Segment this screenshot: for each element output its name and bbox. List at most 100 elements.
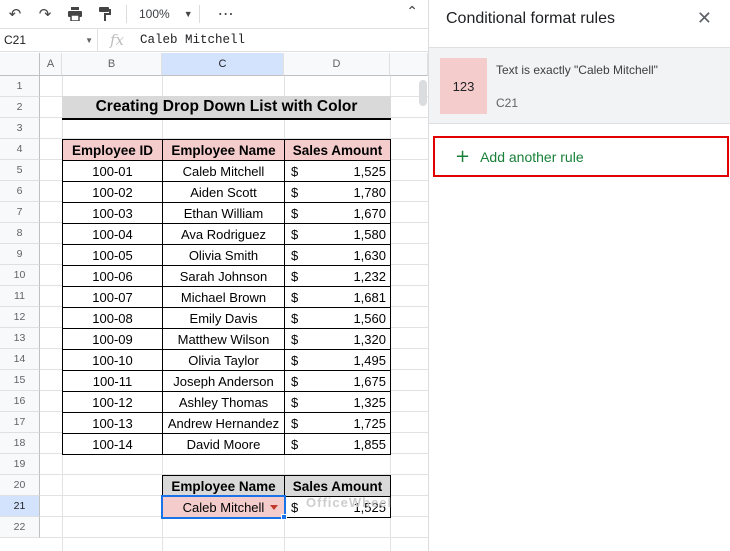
table-header[interactable]: Sales Amount: [284, 139, 391, 161]
employee-id-cell[interactable]: 100-07: [62, 286, 163, 308]
add-another-rule-button[interactable]: + Add another rule: [433, 136, 729, 177]
paint-format-icon[interactable]: [90, 0, 120, 27]
row-header[interactable]: 13: [0, 328, 40, 349]
currency-symbol: $: [291, 310, 299, 326]
employee-id-cell[interactable]: 100-05: [62, 244, 163, 266]
lookup-header[interactable]: Sales Amount: [284, 475, 391, 497]
employee-name-cell[interactable]: Emily Davis: [162, 307, 285, 329]
fill-handle[interactable]: [281, 514, 287, 520]
rule-description: Text is exactly "Caleb Mitchell": [496, 63, 658, 77]
employee-name-cell[interactable]: Ethan William: [162, 202, 285, 224]
row-header[interactable]: 4: [0, 139, 40, 160]
spreadsheet-grid[interactable]: A B C D 1 2 3 4 5 6 7 8 9 10 11 12 13 14 15 16 17 18 19 20 21 22 C…: [0, 53, 428, 551]
undo-icon[interactable]: ↶: [0, 0, 30, 27]
employee-name-cell[interactable]: Michael Brown: [162, 286, 285, 308]
dropdown-arrow-icon[interactable]: [270, 505, 278, 510]
name-box[interactable]: C21 ▼: [0, 29, 98, 51]
formula-input[interactable]: Caleb Mitchell: [136, 33, 245, 47]
sheet-title[interactable]: Creating Drop Down List with Color: [62, 96, 391, 120]
row-header[interactable]: 11: [0, 286, 40, 307]
column-header[interactable]: B: [62, 53, 162, 76]
column-header[interactable]: C: [162, 53, 284, 76]
vertical-scrollbar[interactable]: [419, 80, 427, 106]
employee-id-cell[interactable]: 100-13: [62, 412, 163, 434]
conditional-rule-item[interactable]: 123 Text is exactly "Caleb Mitchell" C21: [429, 47, 730, 124]
sales-amount-cell[interactable]: $1,525: [284, 160, 391, 182]
row-header[interactable]: 2: [0, 97, 40, 118]
row-header[interactable]: 12: [0, 307, 40, 328]
employee-name-cell[interactable]: Joseph Anderson: [162, 370, 285, 392]
sales-amount-cell[interactable]: $1,560: [284, 307, 391, 329]
row-header[interactable]: 20: [0, 475, 40, 496]
panel-title: Conditional format rules: [446, 10, 615, 27]
employee-name-cell[interactable]: Caleb Mitchell: [162, 160, 285, 182]
sales-amount-cell[interactable]: $1,325: [284, 391, 391, 413]
row-header[interactable]: 8: [0, 223, 40, 244]
employee-name-cell[interactable]: Matthew Wilson: [162, 328, 285, 350]
employee-id-cell[interactable]: 100-04: [62, 223, 163, 245]
employee-id-cell[interactable]: 100-11: [62, 370, 163, 392]
row-header[interactable]: 16: [0, 391, 40, 412]
row-header[interactable]: 3: [0, 118, 40, 139]
cell-reference: C21: [4, 33, 27, 47]
employee-id-cell[interactable]: 100-02: [62, 181, 163, 203]
row-header[interactable]: 21: [0, 496, 40, 517]
employee-name-cell[interactable]: David Moore: [162, 433, 285, 455]
employee-name-cell[interactable]: Ashley Thomas: [162, 391, 285, 413]
sales-amount-cell[interactable]: $1,725: [284, 412, 391, 434]
employee-id-cell[interactable]: 100-03: [62, 202, 163, 224]
row-header[interactable]: 6: [0, 181, 40, 202]
print-icon[interactable]: [60, 0, 90, 27]
row-header[interactable]: 9: [0, 244, 40, 265]
row-header[interactable]: 17: [0, 412, 40, 433]
employee-name-cell[interactable]: Olivia Smith: [162, 244, 285, 266]
amount-value: 1,495: [353, 352, 386, 368]
employee-id-cell[interactable]: 100-12: [62, 391, 163, 413]
chevron-up-icon[interactable]: ⌃: [406, 4, 418, 20]
close-icon[interactable]: ✕: [697, 8, 712, 29]
employee-name-cell[interactable]: Olivia Taylor: [162, 349, 285, 371]
employee-name-cell[interactable]: Sarah Johnson: [162, 265, 285, 287]
column-header[interactable]: D: [284, 53, 390, 76]
employee-id-cell[interactable]: 100-06: [62, 265, 163, 287]
column-header[interactable]: [390, 53, 428, 76]
employee-id-cell[interactable]: 100-14: [62, 433, 163, 455]
table-header[interactable]: Employee Name: [162, 139, 285, 161]
more-options-icon[interactable]: ⋯: [218, 4, 235, 24]
currency-symbol: $: [291, 205, 299, 221]
sales-amount-cell[interactable]: $1,681: [284, 286, 391, 308]
row-header[interactable]: 19: [0, 454, 40, 475]
column-header[interactable]: A: [40, 53, 62, 76]
zoom-select[interactable]: 100% ▼: [133, 7, 193, 21]
sales-amount-cell[interactable]: $1,630: [284, 244, 391, 266]
employee-name-cell[interactable]: Andrew Hernandez: [162, 412, 285, 434]
sales-amount-cell[interactable]: $1,670: [284, 202, 391, 224]
redo-icon[interactable]: ↷: [30, 0, 60, 27]
sales-amount-cell[interactable]: $1,320: [284, 328, 391, 350]
employee-id-cell[interactable]: 100-08: [62, 307, 163, 329]
sales-amount-cell[interactable]: $1,495: [284, 349, 391, 371]
lookup-header[interactable]: Employee Name: [162, 475, 285, 497]
employee-dropdown[interactable]: Caleb Mitchell: [162, 496, 285, 518]
row-header[interactable]: 5: [0, 160, 40, 181]
employee-id-cell[interactable]: 100-09: [62, 328, 163, 350]
row-header[interactable]: 22: [0, 517, 40, 538]
row-header[interactable]: 10: [0, 265, 40, 286]
sales-amount-cell[interactable]: $1,855: [284, 433, 391, 455]
employee-name-cell[interactable]: Aiden Scott: [162, 181, 285, 203]
row-header[interactable]: 1: [0, 76, 40, 97]
amount-value: 1,670: [353, 205, 386, 221]
row-header[interactable]: 15: [0, 370, 40, 391]
select-all-corner[interactable]: [0, 53, 40, 76]
table-header[interactable]: Employee ID: [62, 139, 163, 161]
employee-id-cell[interactable]: 100-01: [62, 160, 163, 182]
row-header[interactable]: 18: [0, 433, 40, 454]
sales-amount-cell[interactable]: $1,780: [284, 181, 391, 203]
sales-amount-cell[interactable]: $1,580: [284, 223, 391, 245]
sales-amount-cell[interactable]: $1,675: [284, 370, 391, 392]
row-header[interactable]: 14: [0, 349, 40, 370]
row-header[interactable]: 7: [0, 202, 40, 223]
employee-id-cell[interactable]: 100-10: [62, 349, 163, 371]
employee-name-cell[interactable]: Ava Rodriguez: [162, 223, 285, 245]
sales-amount-cell[interactable]: $1,232: [284, 265, 391, 287]
